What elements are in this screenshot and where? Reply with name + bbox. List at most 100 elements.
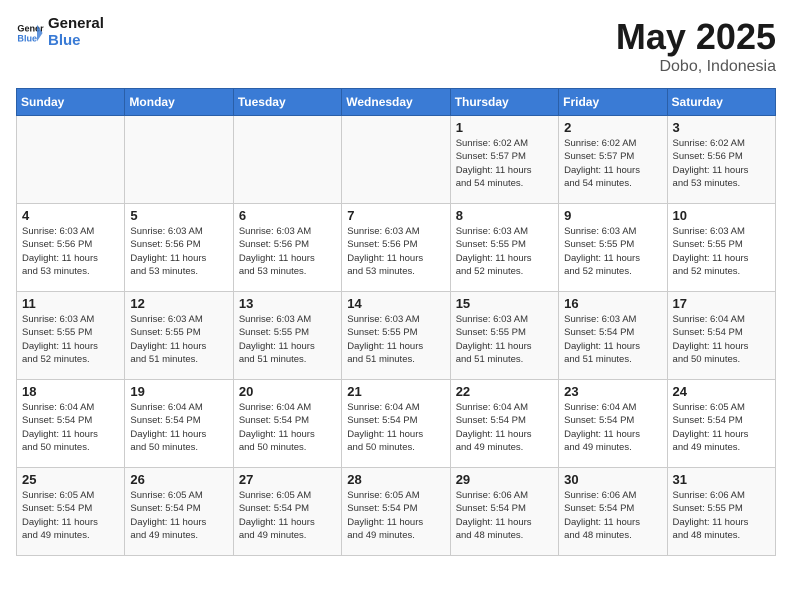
day-info: Sunrise: 6:03 AM Sunset: 5:55 PM Dayligh… bbox=[456, 313, 553, 366]
logo-line1: General bbox=[48, 16, 104, 33]
day-info: Sunrise: 6:04 AM Sunset: 5:54 PM Dayligh… bbox=[239, 401, 336, 454]
calendar-week-row: 4Sunrise: 6:03 AM Sunset: 5:56 PM Daylig… bbox=[17, 204, 776, 292]
day-info: Sunrise: 6:03 AM Sunset: 5:55 PM Dayligh… bbox=[564, 225, 661, 278]
day-info: Sunrise: 6:04 AM Sunset: 5:54 PM Dayligh… bbox=[130, 401, 227, 454]
day-info: Sunrise: 6:03 AM Sunset: 5:55 PM Dayligh… bbox=[130, 313, 227, 366]
calendar-cell: 8Sunrise: 6:03 AM Sunset: 5:55 PM Daylig… bbox=[450, 204, 558, 292]
day-number: 10 bbox=[673, 208, 770, 223]
header-day: Friday bbox=[559, 89, 667, 116]
calendar-cell: 12 Sunrise: 6:03 AM Sunset: 5:55 PM Dayli… bbox=[125, 292, 233, 380]
day-info: Sunrise: 6:03 AM Sunset: 5:55 PM Dayligh… bbox=[239, 313, 336, 366]
calendar-week-row: 11 Sunrise: 6:03 AM Sunset: 5:55 PM Dayli… bbox=[17, 292, 776, 380]
calendar-title-block: May 2025 Dobo, Indonesia bbox=[616, 16, 776, 76]
day-info: Sunrise: 6:03 AM Sunset: 5:55 PM Dayligh… bbox=[347, 313, 444, 366]
calendar-cell bbox=[233, 116, 341, 204]
calendar-cell: 31Sunrise: 6:06 AM Sunset: 5:55 PM Dayli… bbox=[667, 468, 775, 556]
day-number: 28 bbox=[347, 472, 444, 487]
calendar-cell bbox=[125, 116, 233, 204]
calendar-cell: 2 Sunrise: 6:02 AM Sunset: 5:57 PM Daylig… bbox=[559, 116, 667, 204]
calendar-cell: 27 Sunrise: 6:05 AM Sunset: 5:54 PM Dayli… bbox=[233, 468, 341, 556]
day-number: 7 bbox=[347, 208, 444, 223]
day-number: 13 bbox=[239, 296, 336, 311]
header-day: Thursday bbox=[450, 89, 558, 116]
calendar-cell: 15 Sunrise: 6:03 AM Sunset: 5:55 PM Dayli… bbox=[450, 292, 558, 380]
day-info: Sunrise: 6:03 AM Sunset: 5:54 PM Dayligh… bbox=[564, 313, 661, 366]
day-number: 14 bbox=[347, 296, 444, 311]
day-info: Sunrise: 6:04 AM Sunset: 5:54 PM Dayligh… bbox=[564, 401, 661, 454]
page-header: General Blue General Blue May 2025 Dobo,… bbox=[16, 16, 776, 76]
day-number: 30 bbox=[564, 472, 661, 487]
day-info: Sunrise: 6:04 AM Sunset: 5:54 PM Dayligh… bbox=[22, 401, 119, 454]
calendar-cell: 24 Sunrise: 6:05 AM Sunset: 5:54 PM Dayli… bbox=[667, 380, 775, 468]
calendar-cell: 6 Sunrise: 6:03 AM Sunset: 5:56 PM Daylig… bbox=[233, 204, 341, 292]
calendar-cell: 23 Sunrise: 6:04 AM Sunset: 5:54 PM Dayli… bbox=[559, 380, 667, 468]
day-info: Sunrise: 6:03 AM Sunset: 5:56 PM Dayligh… bbox=[239, 225, 336, 278]
day-info: Sunrise: 6:03 AM Sunset: 5:55 PM Dayligh… bbox=[673, 225, 770, 278]
day-number: 21 bbox=[347, 384, 444, 399]
header-row: SundayMondayTuesdayWednesdayThursdayFrid… bbox=[17, 89, 776, 116]
day-number: 9 bbox=[564, 208, 661, 223]
logo-icon: General Blue bbox=[16, 19, 44, 47]
calendar-cell: 28 Sunrise: 6:05 AM Sunset: 5:54 PM Dayli… bbox=[342, 468, 450, 556]
calendar-table: SundayMondayTuesdayWednesdayThursdayFrid… bbox=[16, 88, 776, 556]
calendar-title: May 2025 bbox=[616, 16, 776, 58]
calendar-cell: 26 Sunrise: 6:05 AM Sunset: 5:54 PM Dayli… bbox=[125, 468, 233, 556]
calendar-cell: 5Sunrise: 6:03 AM Sunset: 5:56 PM Daylig… bbox=[125, 204, 233, 292]
day-info: Sunrise: 6:05 AM Sunset: 5:54 PM Dayligh… bbox=[130, 489, 227, 542]
day-number: 27 bbox=[239, 472, 336, 487]
day-info: Sunrise: 6:03 AM Sunset: 5:55 PM Dayligh… bbox=[22, 313, 119, 366]
calendar-cell: 20Sunrise: 6:04 AM Sunset: 5:54 PM Dayli… bbox=[233, 380, 341, 468]
day-info: Sunrise: 6:02 AM Sunset: 5:57 PM Dayligh… bbox=[564, 137, 661, 190]
day-number: 3 bbox=[673, 120, 770, 135]
header-day: Wednesday bbox=[342, 89, 450, 116]
day-info: Sunrise: 6:05 AM Sunset: 5:54 PM Dayligh… bbox=[22, 489, 119, 542]
day-number: 12 bbox=[130, 296, 227, 311]
calendar-cell: 4Sunrise: 6:03 AM Sunset: 5:56 PM Daylig… bbox=[17, 204, 125, 292]
day-info: Sunrise: 6:05 AM Sunset: 5:54 PM Dayligh… bbox=[239, 489, 336, 542]
calendar-cell: 30Sunrise: 6:06 AM Sunset: 5:54 PM Dayli… bbox=[559, 468, 667, 556]
day-info: Sunrise: 6:05 AM Sunset: 5:54 PM Dayligh… bbox=[347, 489, 444, 542]
day-number: 19 bbox=[130, 384, 227, 399]
day-number: 22 bbox=[456, 384, 553, 399]
header-day: Monday bbox=[125, 89, 233, 116]
calendar-header: SundayMondayTuesdayWednesdayThursdayFrid… bbox=[17, 89, 776, 116]
day-info: Sunrise: 6:03 AM Sunset: 5:56 PM Dayligh… bbox=[22, 225, 119, 278]
calendar-week-row: 18 Sunrise: 6:04 AM Sunset: 5:54 PM Dayli… bbox=[17, 380, 776, 468]
day-info: Sunrise: 6:03 AM Sunset: 5:55 PM Dayligh… bbox=[456, 225, 553, 278]
header-day: Tuesday bbox=[233, 89, 341, 116]
calendar-cell: 16Sunrise: 6:03 AM Sunset: 5:54 PM Dayli… bbox=[559, 292, 667, 380]
svg-text:Blue: Blue bbox=[17, 33, 37, 43]
calendar-cell: 3 Sunrise: 6:02 AM Sunset: 5:56 PM Daylig… bbox=[667, 116, 775, 204]
calendar-cell: 10 Sunrise: 6:03 AM Sunset: 5:55 PM Dayli… bbox=[667, 204, 775, 292]
logo: General Blue General Blue bbox=[16, 16, 104, 49]
header-day: Sunday bbox=[17, 89, 125, 116]
day-number: 2 bbox=[564, 120, 661, 135]
calendar-week-row: 25Sunrise: 6:05 AM Sunset: 5:54 PM Dayli… bbox=[17, 468, 776, 556]
day-number: 5 bbox=[130, 208, 227, 223]
calendar-cell: 22 Sunrise: 6:04 AM Sunset: 5:54 PM Dayli… bbox=[450, 380, 558, 468]
calendar-cell: 14 Sunrise: 6:03 AM Sunset: 5:55 PM Dayli… bbox=[342, 292, 450, 380]
calendar-cell bbox=[17, 116, 125, 204]
day-info: Sunrise: 6:04 AM Sunset: 5:54 PM Dayligh… bbox=[347, 401, 444, 454]
day-number: 15 bbox=[456, 296, 553, 311]
calendar-subtitle: Dobo, Indonesia bbox=[616, 58, 776, 76]
calendar-cell: 25Sunrise: 6:05 AM Sunset: 5:54 PM Dayli… bbox=[17, 468, 125, 556]
day-info: Sunrise: 6:04 AM Sunset: 5:54 PM Dayligh… bbox=[456, 401, 553, 454]
day-number: 17 bbox=[673, 296, 770, 311]
day-number: 18 bbox=[22, 384, 119, 399]
day-number: 6 bbox=[239, 208, 336, 223]
day-info: Sunrise: 6:02 AM Sunset: 5:56 PM Dayligh… bbox=[673, 137, 770, 190]
day-info: Sunrise: 6:06 AM Sunset: 5:54 PM Dayligh… bbox=[456, 489, 553, 542]
day-number: 24 bbox=[673, 384, 770, 399]
calendar-cell: 29Sunrise: 6:06 AM Sunset: 5:54 PM Dayli… bbox=[450, 468, 558, 556]
day-info: Sunrise: 6:03 AM Sunset: 5:56 PM Dayligh… bbox=[347, 225, 444, 278]
day-number: 11 bbox=[22, 296, 119, 311]
header-day: Saturday bbox=[667, 89, 775, 116]
calendar-cell: 18 Sunrise: 6:04 AM Sunset: 5:54 PM Dayli… bbox=[17, 380, 125, 468]
day-number: 23 bbox=[564, 384, 661, 399]
calendar-cell bbox=[342, 116, 450, 204]
day-info: Sunrise: 6:05 AM Sunset: 5:54 PM Dayligh… bbox=[673, 401, 770, 454]
day-number: 26 bbox=[130, 472, 227, 487]
calendar-cell: 17Sunrise: 6:04 AM Sunset: 5:54 PM Dayli… bbox=[667, 292, 775, 380]
day-info: Sunrise: 6:02 AM Sunset: 5:57 PM Dayligh… bbox=[456, 137, 553, 190]
